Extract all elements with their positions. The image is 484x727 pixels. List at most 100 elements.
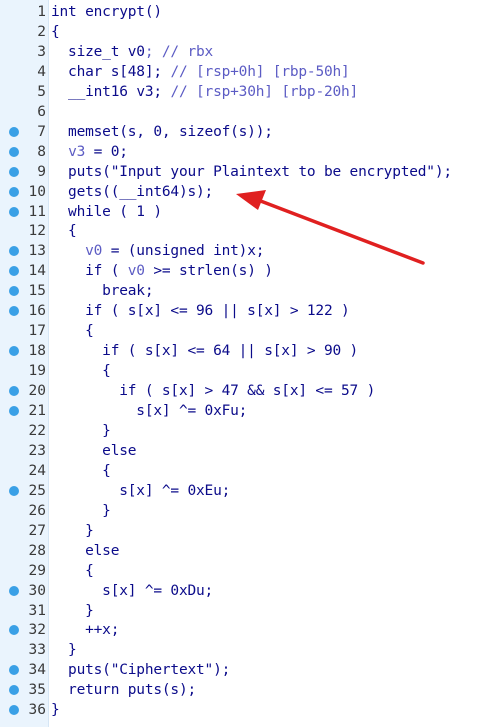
code-text: } [51, 521, 94, 541]
code-text: s[x] ^= 0xFu; [51, 401, 247, 421]
code-text: __int16 v3; // [rsp+30h] [rbp-20h] [51, 82, 358, 102]
code-line[interactable]: 34 puts("Ciphertext"); [0, 660, 484, 680]
code-token: char [51, 63, 111, 80]
line-number: 35 [28, 682, 46, 699]
code-text: ++x; [51, 620, 119, 640]
line-number: 23 [28, 442, 46, 459]
code-line[interactable]: 27 } [0, 521, 484, 541]
code-token: } [51, 602, 94, 619]
code-line[interactable]: 30 s[x] ^= 0xDu; [0, 581, 484, 601]
code-token: break; [51, 283, 154, 300]
code-line[interactable]: 31 } [0, 601, 484, 621]
code-line[interactable]: 6 [0, 102, 484, 122]
code-line[interactable]: 9 puts("Input your Plaintext to be encry… [0, 162, 484, 182]
code-token: while ( 1 ) [51, 203, 162, 220]
code-line[interactable]: 2{ [0, 22, 484, 42]
line-number: 5 [37, 83, 46, 100]
code-line[interactable]: 12 { [0, 221, 484, 241]
code-token: if ( s[x] > 47 && s[x] <= 57 ) [51, 383, 376, 400]
line-number: 7 [37, 123, 46, 140]
code-token: s[x] ^= 0xFu; [51, 403, 248, 419]
line-number: 20 [28, 383, 46, 400]
code-text: gets((__int64)s); [51, 182, 213, 202]
code-text: s[x] ^= 0xDu; [51, 581, 213, 601]
code-line[interactable]: 26 } [0, 501, 484, 521]
line-number: 4 [37, 63, 46, 80]
pseudocode-editor[interactable]: 1 int encrypt() 2{3 size_t v0; // rbx 4 cha… [0, 0, 484, 727]
line-number: 18 [28, 343, 46, 360]
code-text: if ( s[x] <= 64 || s[x] > 90 ) [51, 341, 358, 361]
line-number: 19 [28, 363, 46, 380]
code-token: int encrypt() [51, 4, 162, 20]
code-line[interactable]: 18 if ( s[x] <= 64 || s[x] > 90 ) [0, 341, 484, 361]
line-number: 31 [28, 602, 46, 619]
code-text: { [51, 321, 94, 341]
line-number: 17 [28, 323, 46, 340]
code-text: return puts(s); [51, 680, 196, 700]
code-text: { [51, 461, 111, 481]
code-line[interactable]: 17 { [0, 321, 484, 341]
code-text: { [51, 561, 94, 581]
code-token: s[x] ^= 0xDu; [51, 582, 214, 599]
code-line[interactable]: 25 s[x] ^= 0xEu; [0, 481, 484, 501]
code-line[interactable]: 35 return puts(s); [0, 680, 484, 700]
code-line[interactable]: 7 memset(s, 0, sizeof(s)); [0, 122, 484, 142]
line-number: 33 [28, 642, 46, 659]
code-line[interactable]: 19 { [0, 361, 484, 381]
code-line[interactable]: 28 else [0, 541, 484, 561]
code-line[interactable]: 4 char s[48]; // [rsp+0h] [rbp-50h] [0, 62, 484, 82]
code-variable: v3 [68, 143, 86, 160]
code-line[interactable]: 5 __int16 v3; // [rsp+30h] [rbp-20h] [0, 82, 484, 102]
code-variable: v0 [85, 243, 103, 260]
code-token: if ( [51, 263, 128, 280]
line-number: 36 [28, 702, 46, 719]
code-text: s[x] ^= 0xEu; [51, 481, 230, 501]
line-number: 3 [37, 43, 46, 60]
code-token: else [51, 542, 120, 559]
code-line[interactable]: 33 } [0, 640, 484, 660]
code-line[interactable]: 15 break; [0, 281, 484, 301]
code-line[interactable]: 24 { [0, 461, 484, 481]
code-text: break; [51, 281, 153, 301]
code-line[interactable]: 29 { [0, 561, 484, 581]
code-token: { [51, 223, 77, 240]
code-comment: ; // rbx [144, 43, 214, 60]
code-line[interactable]: 11 while ( 1 ) [0, 202, 484, 222]
line-number: 12 [28, 223, 46, 240]
line-number: 10 [28, 183, 46, 200]
code-line[interactable]: 23 else [0, 441, 484, 461]
code-line[interactable]: 32 ++x; [0, 620, 484, 640]
line-number: 9 [37, 163, 46, 180]
code-text: puts("Input your Plaintext to be encrypt… [51, 162, 452, 182]
code-token: v3 [136, 83, 154, 100]
line-number: 6 [37, 103, 46, 120]
code-token: } [51, 642, 77, 659]
code-token: } [51, 422, 111, 439]
code-text: } [51, 700, 60, 720]
code-token: v0 [127, 43, 145, 60]
code-text: else [51, 541, 119, 561]
code-line[interactable]: 16 if ( s[x] <= 96 || s[x] > 122 ) [0, 301, 484, 321]
code-line[interactable]: 20 if ( s[x] > 47 && s[x] <= 57 ) [0, 381, 484, 401]
line-number: 1 [37, 4, 46, 20]
code-line[interactable]: 8 v3 = 0; [0, 142, 484, 162]
code-token: [48]; [119, 63, 171, 80]
line-number: 29 [28, 562, 46, 579]
code-line[interactable]: 13 v0 = (unsigned int)x; [0, 241, 484, 261]
code-line[interactable]: 1 int encrypt() [0, 2, 484, 22]
code-text: int encrypt() [51, 2, 162, 22]
code-text: { [51, 221, 77, 241]
code-text: } [51, 640, 77, 660]
code-text: } [51, 601, 94, 621]
code-text: char s[48]; // [rsp+0h] [rbp-50h] [51, 62, 350, 82]
code-token: } [51, 502, 111, 519]
line-number: 30 [28, 582, 46, 599]
code-token: if ( s[x] <= 64 || s[x] > 90 ) [51, 343, 359, 360]
code-line[interactable]: 21 s[x] ^= 0xFu; [0, 401, 484, 421]
code-line[interactable]: 10 gets((__int64)s); [0, 182, 484, 202]
code-line[interactable]: 36} [0, 700, 484, 720]
code-line[interactable]: 22 } [0, 421, 484, 441]
code-line[interactable]: 14 if ( v0 >= strlen(s) ) [0, 261, 484, 281]
code-line[interactable]: 3 size_t v0; // rbx [0, 42, 484, 62]
